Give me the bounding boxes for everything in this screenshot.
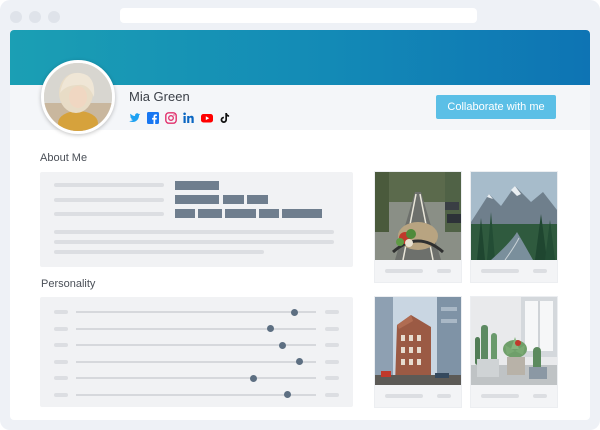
- placeholder-line: [54, 198, 164, 202]
- placeholder-line: [54, 183, 164, 187]
- placeholder-line: [481, 394, 519, 398]
- personality-title: Personality: [41, 278, 96, 290]
- slider-track[interactable]: [76, 327, 316, 330]
- slider-knob[interactable]: [283, 391, 291, 398]
- slider-label-right: [325, 310, 339, 314]
- address-bar[interactable]: [120, 8, 477, 23]
- mountain-lake-photo: [471, 172, 557, 260]
- personality-card: [40, 297, 353, 407]
- tag-placeholder: [282, 209, 322, 218]
- slider-label-left: [54, 359, 68, 364]
- slider-track[interactable]: [76, 393, 316, 396]
- slider-knob[interactable]: [266, 325, 274, 332]
- placeholder-line: [385, 394, 423, 398]
- tag-placeholder: [175, 195, 219, 204]
- slider-label-left: [54, 343, 68, 347]
- slider-label-left: [54, 310, 68, 314]
- slider-label-left: [54, 376, 68, 380]
- photo-card[interactable]: [375, 297, 461, 407]
- photo-footer: [471, 385, 557, 407]
- placeholder-line: [437, 394, 451, 398]
- tag-placeholder: [223, 195, 244, 204]
- social-links: [129, 110, 231, 124]
- window-dot: [29, 11, 41, 23]
- instagram-icon[interactable]: [165, 111, 177, 124]
- about-me-card: [40, 172, 353, 267]
- placeholder-line: [54, 212, 164, 216]
- browser-window: Mia Green Collaborate with me About Me P…: [0, 0, 600, 430]
- slider-knob[interactable]: [295, 358, 303, 365]
- cactus-plants-photo: [471, 297, 557, 385]
- city-building-photo: [375, 297, 461, 385]
- slider-label-left: [54, 326, 68, 331]
- photo-footer: [375, 260, 461, 282]
- slider-label-right: [325, 343, 339, 347]
- placeholder-line: [54, 230, 334, 234]
- about-me-title: About Me: [40, 152, 88, 164]
- placeholder-line: [533, 394, 547, 398]
- tag-placeholder: [247, 195, 268, 204]
- slider-track[interactable]: [76, 360, 316, 363]
- tag-placeholder: [175, 209, 195, 218]
- placeholder-line: [385, 269, 423, 273]
- slider-label-right: [325, 376, 339, 380]
- placeholder-line: [54, 240, 334, 244]
- window-dot: [48, 11, 60, 23]
- photo-card[interactable]: [471, 297, 557, 407]
- slider-track[interactable]: [76, 377, 316, 379]
- facebook-icon[interactable]: [147, 111, 159, 124]
- tag-placeholder: [259, 209, 279, 218]
- collaborate-button[interactable]: Collaborate with me: [436, 95, 556, 119]
- profile-name: Mia Green: [129, 89, 190, 104]
- placeholder-line: [533, 269, 547, 273]
- avatar[interactable]: [41, 60, 115, 134]
- tiktok-icon[interactable]: [219, 111, 231, 123]
- slider-track[interactable]: [76, 311, 316, 313]
- slider-label-left: [54, 392, 68, 397]
- photo-card[interactable]: [375, 172, 461, 282]
- slider-label-right: [325, 359, 339, 364]
- slider-knob[interactable]: [278, 341, 286, 349]
- placeholder-line: [481, 269, 519, 273]
- linkedin-icon[interactable]: [183, 111, 195, 123]
- tag-placeholder: [198, 209, 222, 218]
- youtube-icon[interactable]: [201, 111, 213, 123]
- tag-placeholder: [225, 209, 256, 218]
- placeholder-line: [437, 269, 451, 273]
- slider-knob[interactable]: [290, 308, 298, 316]
- photo-footer: [375, 385, 461, 407]
- profile-page: Mia Green Collaborate with me About Me P…: [10, 30, 590, 420]
- twitter-icon[interactable]: [129, 111, 141, 123]
- placeholder-line: [54, 250, 264, 254]
- slider-label-right: [325, 392, 339, 397]
- photo-card[interactable]: [471, 172, 557, 282]
- slider-knob[interactable]: [250, 374, 258, 382]
- photo-footer: [471, 260, 557, 282]
- street-bike-photo: [375, 172, 461, 260]
- slider-label-right: [325, 326, 339, 331]
- window-dot: [10, 11, 22, 23]
- tag-placeholder: [175, 181, 219, 190]
